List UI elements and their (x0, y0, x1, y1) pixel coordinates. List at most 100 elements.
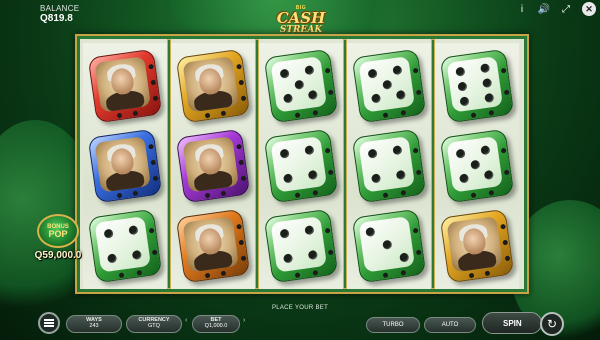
die-side-pip (468, 272, 475, 279)
dice-five-green-symbol (439, 128, 515, 204)
die-pip (283, 93, 294, 104)
die-pip (131, 249, 142, 261)
sound-icon[interactable]: 🔊 (534, 1, 554, 17)
die-side-pip (238, 159, 245, 166)
die-pip (381, 239, 392, 250)
die-side-pip (327, 89, 334, 96)
portrait-gold-symbol (175, 48, 251, 124)
die-side-pip (116, 112, 123, 119)
die-pip (455, 148, 466, 159)
dice-five-green-symbol (263, 48, 339, 124)
die-side-pip (415, 249, 422, 256)
die-side-pip (204, 192, 211, 199)
die-side-pip (312, 109, 319, 116)
bet-display[interactable]: BET Q1,000.0 (192, 315, 240, 333)
die-side-pip (312, 269, 319, 276)
bonus-pop: BONUS POP Q59,000.0 (28, 214, 88, 270)
info-icon[interactable]: i (512, 1, 532, 17)
die-face (358, 216, 415, 273)
die-pip (371, 93, 382, 104)
die-side-pip (236, 63, 242, 70)
reel-board (77, 36, 527, 292)
die-pip (307, 89, 318, 101)
die-face (94, 216, 151, 273)
die-pip (459, 173, 470, 184)
die-side-pip (400, 269, 407, 276)
die-pip (482, 77, 493, 88)
die-face (182, 216, 239, 273)
portrait-blue-symbol (87, 128, 163, 204)
die-side-pip (220, 270, 227, 277)
die-side-pip (503, 169, 510, 176)
reel-2 (171, 43, 255, 289)
die-side-pip (148, 63, 154, 70)
bet-decrease-button[interactable]: ‹ (185, 317, 187, 324)
bonus-pop-badge: BONUS POP (37, 214, 79, 248)
die-side-pip (238, 79, 245, 86)
die-side-pip (312, 189, 319, 196)
die-side-pip (488, 109, 495, 116)
spin-label: SPIN (503, 318, 522, 328)
die-pip (483, 169, 494, 181)
die-pip (398, 251, 409, 263)
die-pip (381, 79, 392, 90)
die-pip (304, 225, 315, 236)
turbo-button[interactable]: TURBO (366, 317, 420, 333)
die-side-pip (400, 109, 407, 116)
die-face (94, 56, 151, 113)
die-face (358, 56, 415, 113)
dice-four-green-symbol (263, 128, 339, 204)
die-side-pip (382, 112, 389, 119)
bonus-pop-title-bottom: POP (48, 228, 68, 239)
spin-button[interactable]: SPIN (482, 312, 542, 334)
die-side-pip (484, 270, 491, 277)
die-side-pip (294, 192, 301, 199)
bottom-bar: WAYS 243 CURRENCY GTQ ‹ BET Q1,000.0 › T… (30, 312, 575, 338)
portrait-purple-symbol (175, 128, 251, 204)
die-face (358, 136, 415, 193)
die-side-pip (152, 95, 159, 102)
game-logo: BIG CASH STREAK (270, 4, 332, 36)
die-side-pip (240, 175, 247, 182)
die-side-pip (412, 67, 419, 74)
die-side-pip (324, 147, 331, 154)
die-face (446, 216, 503, 273)
auto-button[interactable]: AUTO (424, 317, 476, 333)
reel-1 (83, 43, 167, 289)
die-pip (480, 145, 491, 156)
die-pip (279, 148, 290, 159)
die-pip (469, 159, 480, 170)
die-side-pip (327, 169, 334, 176)
die-side-pip (132, 190, 139, 197)
fullscreen-icon[interactable]: ⤢ (556, 1, 576, 17)
dice-four-green-symbol (351, 128, 427, 204)
die-side-pip (502, 239, 509, 246)
die-pip (364, 226, 375, 237)
die-side-pip (324, 67, 331, 74)
balance-label: BALANCE (40, 4, 80, 13)
ways-value: 243 (89, 323, 99, 329)
die-pip (107, 253, 118, 264)
die-side-pip (503, 89, 510, 96)
ways-display: WAYS 243 (66, 315, 122, 333)
die-side-pip (236, 143, 242, 150)
menu-button[interactable] (38, 312, 60, 334)
dice-six-green-symbol (439, 48, 515, 124)
die-face (270, 56, 327, 113)
dice-three-green-symbol (351, 208, 427, 284)
autoplay-icon[interactable]: ↻ (540, 312, 564, 336)
close-icon[interactable]: ✕ (582, 2, 596, 16)
die-side-pip (238, 239, 245, 246)
die-pip (304, 145, 315, 156)
die-pip (128, 225, 139, 236)
die-pip (307, 249, 318, 261)
bet-increase-button[interactable]: › (243, 317, 245, 324)
die-side-pip (415, 169, 422, 176)
die-pip (279, 228, 290, 239)
die-pip (395, 169, 406, 181)
bet-value: Q1,000.0 (204, 323, 228, 329)
die-pip (455, 66, 466, 77)
hamburger-icon (44, 319, 54, 327)
die-side-pip (152, 175, 159, 182)
die-side-pip (132, 110, 139, 117)
